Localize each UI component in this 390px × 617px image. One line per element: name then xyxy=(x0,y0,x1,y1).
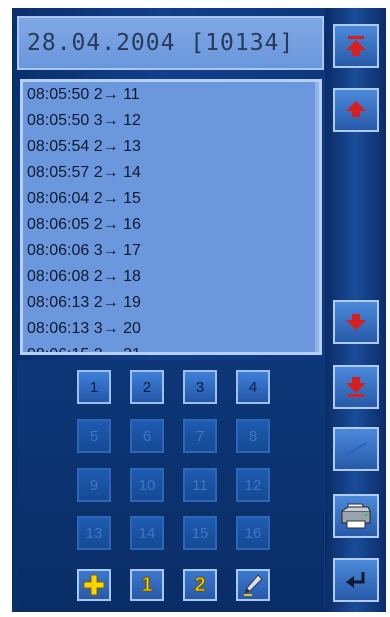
event-log[interactable]: 08:05:50 2→ 11 08:05:50 3→ 12 08:05:54 2… xyxy=(20,79,322,355)
key-16[interactable]: 16 xyxy=(236,516,270,550)
edit-button[interactable] xyxy=(236,569,270,601)
log-row: 08:05:50 2→ 11 xyxy=(27,86,140,103)
select-1-label: 1 xyxy=(141,573,153,596)
log-row: 08:06:08 2→ 18 xyxy=(27,268,141,285)
log-row: 08:05:50 3→ 12 xyxy=(27,112,141,129)
key-7[interactable]: 7 xyxy=(183,419,217,453)
pen-icon xyxy=(244,574,263,596)
jump-up-icon xyxy=(346,36,366,56)
enter-button[interactable] xyxy=(333,558,379,602)
key-13[interactable]: 13 xyxy=(77,516,111,550)
log-row: 08:06:13 2→ 19 xyxy=(27,294,141,311)
jump-up-button[interactable] xyxy=(333,24,379,68)
log-row: 08:06:05 2→ 16 xyxy=(27,216,141,233)
keypad-panel: 1 2 3 4 5 6 7 8 9 10 11 12 13 14 15 16 1… xyxy=(17,360,324,612)
key-12[interactable]: 12 xyxy=(236,468,270,502)
enter-icon xyxy=(346,572,365,588)
key-5[interactable]: 5 xyxy=(77,419,111,453)
scroll-up-button[interactable] xyxy=(333,88,379,132)
select-2-button[interactable]: 2 xyxy=(183,569,217,601)
blank-button[interactable] xyxy=(333,427,379,471)
plus-icon xyxy=(83,574,105,596)
key-10[interactable]: 10 xyxy=(130,468,164,502)
key-11[interactable]: 11 xyxy=(183,468,217,502)
key-9[interactable]: 9 xyxy=(77,468,111,502)
log-row: 08:05:54 2→ 13 xyxy=(27,138,141,155)
printer-icon xyxy=(341,503,371,529)
log-row: 08:06:06 3→ 17 xyxy=(27,242,141,259)
blank-icon xyxy=(344,442,368,456)
key-2[interactable]: 2 xyxy=(130,370,164,404)
log-row: 08:06:15 2→ 21 xyxy=(27,346,141,355)
select-2-label: 2 xyxy=(194,573,206,596)
down-icon xyxy=(346,314,366,330)
key-8[interactable]: 8 xyxy=(236,419,270,453)
log-row: 08:06:13 3→ 20 xyxy=(27,320,141,337)
date-label: 28.04.2004 [10134] xyxy=(27,30,295,56)
jump-down-icon xyxy=(346,377,366,397)
add-button[interactable] xyxy=(77,569,111,601)
key-3[interactable]: 3 xyxy=(183,370,217,404)
key-6[interactable]: 6 xyxy=(130,419,164,453)
select-1-button[interactable]: 1 xyxy=(130,569,164,601)
jump-down-button[interactable] xyxy=(333,365,379,409)
log-row: 08:06:04 2→ 15 xyxy=(27,190,141,207)
key-1[interactable]: 1 xyxy=(77,370,111,404)
key-4[interactable]: 4 xyxy=(236,370,270,404)
log-row: 08:05:57 2→ 14 xyxy=(27,164,141,181)
scroll-down-button[interactable] xyxy=(333,300,379,344)
log-scrollbar[interactable] xyxy=(315,82,319,352)
key-14[interactable]: 14 xyxy=(130,516,164,550)
up-icon xyxy=(346,101,366,117)
print-button[interactable] xyxy=(333,494,379,538)
key-15[interactable]: 15 xyxy=(183,516,217,550)
date-display: 28.04.2004 [10134] xyxy=(17,16,324,70)
